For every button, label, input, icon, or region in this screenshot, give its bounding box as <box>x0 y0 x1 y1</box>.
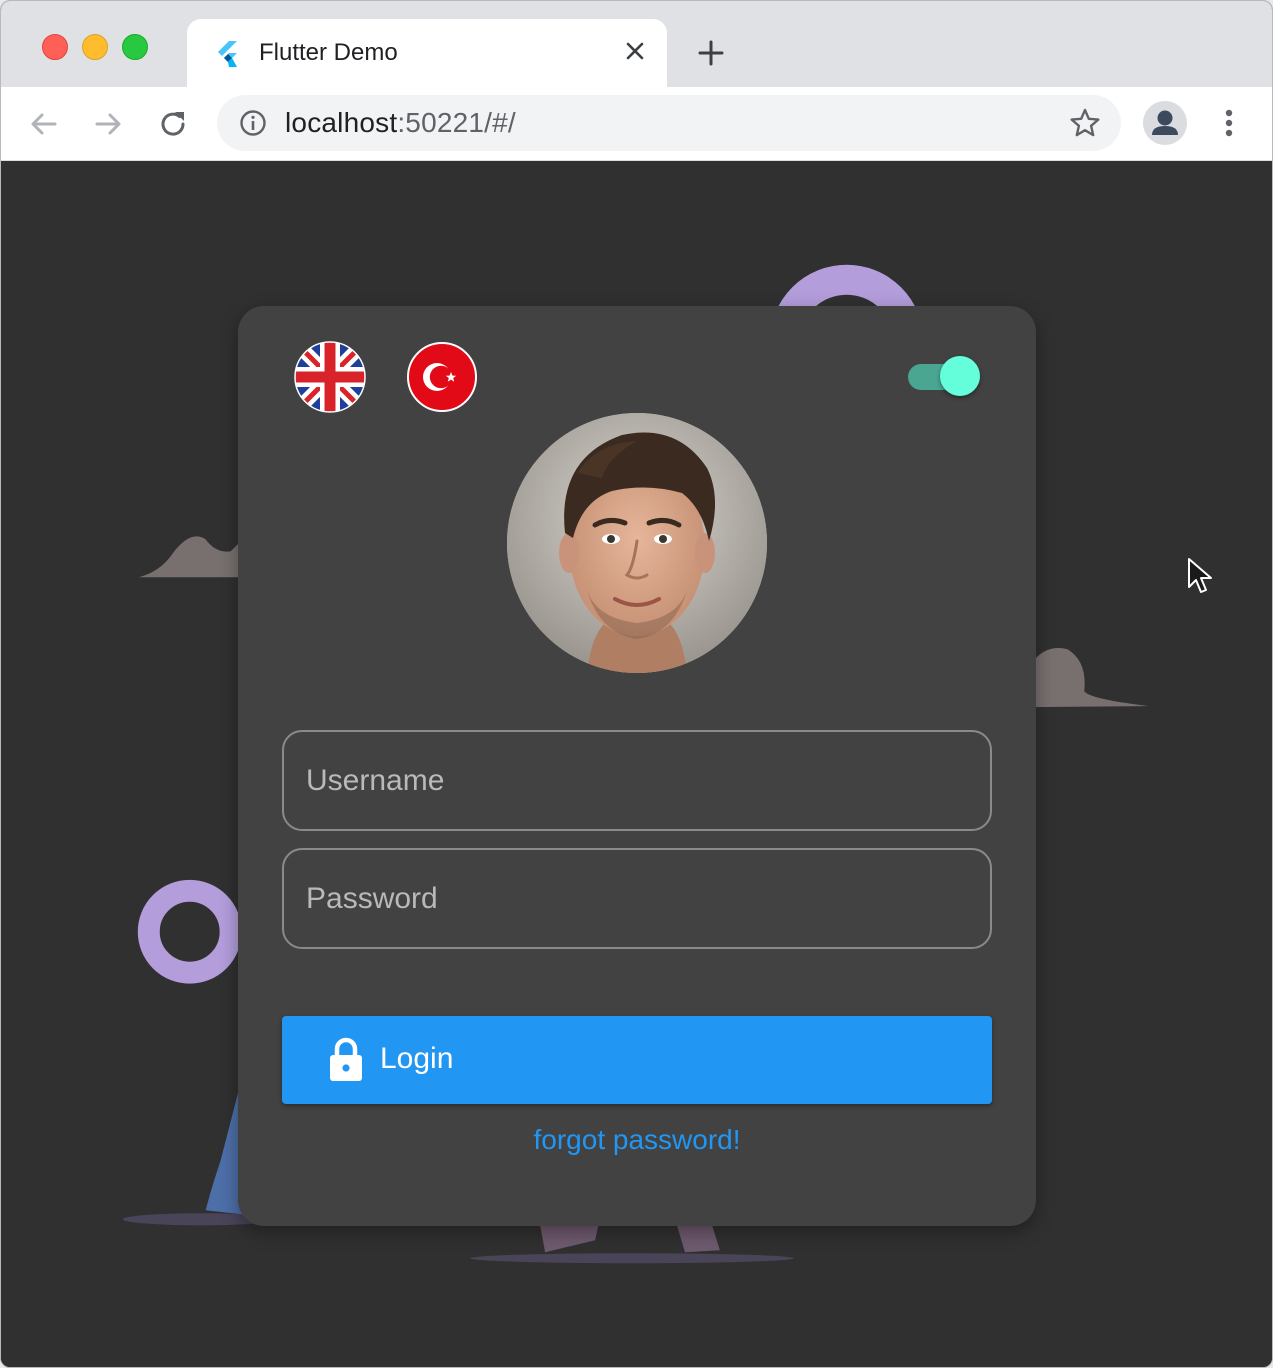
address-bar[interactable]: localhost:50221/#/ <box>217 95 1121 151</box>
theme-toggle-switch[interactable] <box>906 356 982 398</box>
browser-window: Flutter Demo localhost:50221/#/ Username… <box>0 0 1273 1368</box>
browser-toolbar: localhost:50221/#/ <box>1 87 1272 161</box>
bookmark-star-icon[interactable] <box>1069 107 1101 139</box>
close-window-button[interactable] <box>42 34 68 60</box>
back-arrow-icon[interactable] <box>27 107 61 141</box>
login-card: Login forgot password! <box>238 306 1036 1226</box>
minimize-window-button[interactable] <box>82 34 108 60</box>
password-input[interactable] <box>282 848 992 949</box>
toggle-thumb <box>940 356 980 396</box>
forgot-password-link[interactable]: forgot password! <box>238 1124 1036 1156</box>
english-flag-button[interactable] <box>294 341 366 413</box>
forward-arrow-icon[interactable] <box>91 107 125 141</box>
close-tab-icon[interactable] <box>621 37 649 65</box>
url-host: localhost <box>285 107 398 138</box>
turkish-flag-button[interactable] <box>406 341 478 413</box>
user-photo <box>507 413 767 673</box>
browser-tab[interactable]: Flutter Demo <box>187 19 667 87</box>
user-avatar <box>507 413 767 673</box>
username-input[interactable] <box>282 730 992 831</box>
tab-title: Flutter Demo <box>259 39 398 66</box>
url-path: :50221/#/ <box>397 107 516 138</box>
more-menu-icon[interactable] <box>1213 105 1245 141</box>
mouse-cursor-icon <box>1188 558 1212 593</box>
info-icon[interactable] <box>239 109 267 137</box>
turkey-flag-icon <box>407 342 477 412</box>
new-tab-icon[interactable] <box>695 37 727 69</box>
url-text[interactable]: localhost:50221/#/ <box>285 107 516 139</box>
lock-icon <box>330 1037 362 1081</box>
maximize-window-button[interactable] <box>122 34 148 60</box>
uk-flag-icon <box>294 341 366 413</box>
page-content: Login forgot password! <box>1 161 1272 1367</box>
login-label: Login <box>380 1042 454 1075</box>
reload-icon[interactable] <box>156 107 190 141</box>
flutter-icon <box>218 41 237 67</box>
tab-strip: Flutter Demo <box>1 1 1272 87</box>
login-button[interactable]: Login <box>282 1016 992 1104</box>
person-icon <box>1152 110 1178 135</box>
profile-avatar[interactable] <box>1143 101 1187 145</box>
